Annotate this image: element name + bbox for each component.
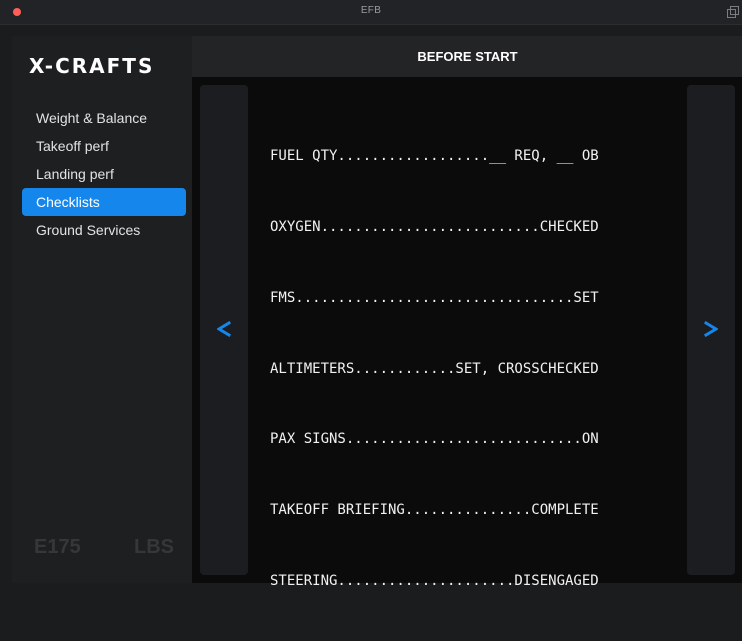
- sidebar-nav: Weight & Balance Takeoff perf Landing pe…: [22, 104, 186, 244]
- checklist-item: PAX SIGNS............................ON: [270, 431, 599, 448]
- sidebar-item-takeoff-perf[interactable]: Takeoff perf: [22, 132, 186, 160]
- prev-page-button[interactable]: [200, 85, 248, 575]
- sidebar: X-CRAFTS Weight & Balance Takeoff perf L…: [12, 36, 192, 583]
- aircraft-info: E175 LBS: [34, 536, 174, 560]
- checklist-item: STEERING.....................DISENGAGED: [270, 572, 599, 589]
- sidebar-item-landing-perf[interactable]: Landing perf: [22, 160, 186, 188]
- weight-unit: LBS: [134, 536, 174, 558]
- checklist-item: ALTIMETERS............SET, CROSSCHECKED: [270, 360, 599, 377]
- page-header: BEFORE START: [192, 36, 742, 77]
- sidebar-item-ground-services[interactable]: Ground Services: [22, 216, 186, 244]
- window-titlebar: EFB: [0, 0, 742, 25]
- efb-app: X-CRAFTS Weight & Balance Takeoff perf L…: [12, 36, 742, 589]
- checklist: FUEL QTY..................__ REQ, __ OB …: [270, 98, 599, 641]
- sidebar-item-checklists[interactable]: Checklists: [22, 188, 186, 216]
- checklist-item: OXYGEN..........................CHECKED: [270, 218, 599, 235]
- chevron-right-icon: [704, 321, 718, 337]
- main-panel: BEFORE START FUEL QTY.................._…: [192, 36, 742, 589]
- window-title: EFB: [360, 5, 382, 16]
- aircraft-type: E175: [34, 536, 81, 558]
- sidebar-item-weight-balance[interactable]: Weight & Balance: [22, 104, 186, 132]
- popout-icon[interactable]: [727, 6, 739, 18]
- checklist-item: TAKEOFF BRIEFING...............COMPLETE: [270, 502, 599, 519]
- brand-logo: X-CRAFTS: [29, 54, 155, 78]
- next-page-button[interactable]: [687, 85, 735, 575]
- checklist-item: FUEL QTY..................__ REQ, __ OB: [270, 148, 599, 165]
- chevron-left-icon: [217, 321, 231, 337]
- page-title: BEFORE START: [417, 49, 518, 64]
- checklist-item: FMS.................................SET: [270, 289, 599, 306]
